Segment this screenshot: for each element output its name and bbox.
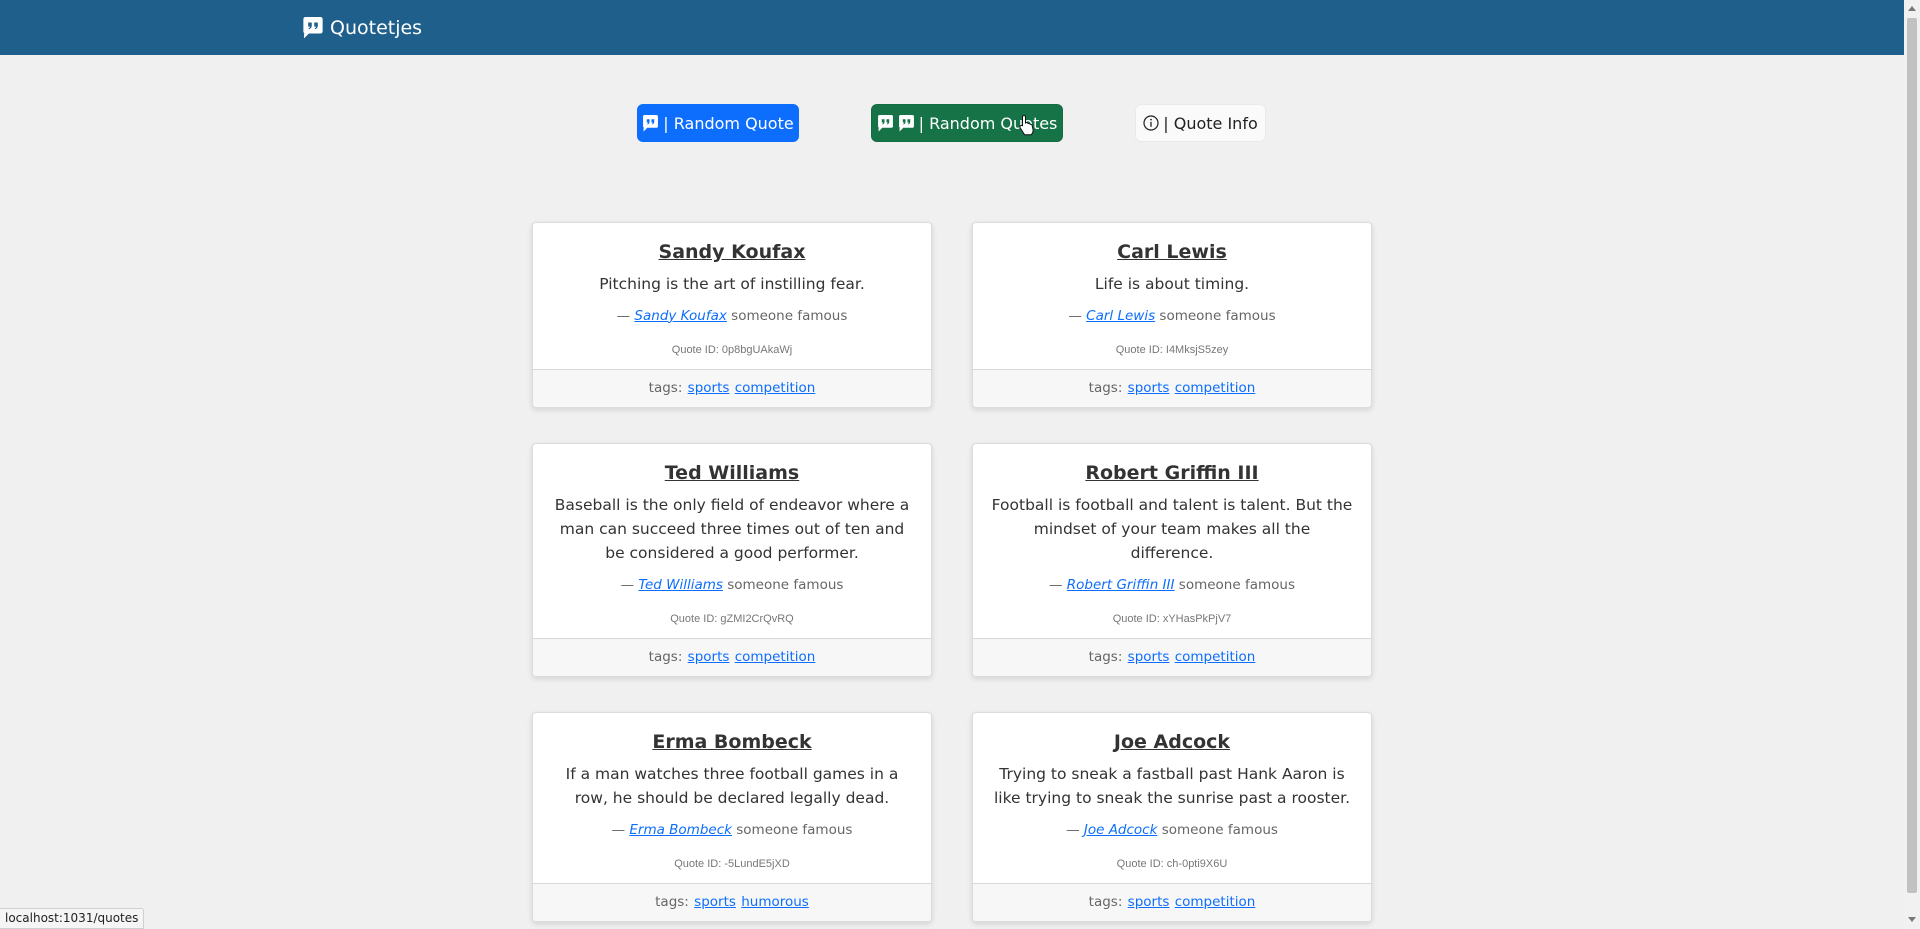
author-link[interactable]: Ted Williams	[638, 577, 723, 593]
quote-card: Robert Griffin III Football is football …	[972, 443, 1372, 677]
quote-text: If a man watches three football games in…	[565, 764, 899, 807]
author-link[interactable]: Joe Adcock	[1084, 822, 1158, 838]
card-footer: tags: sports competition	[973, 637, 1371, 676]
random-quotes-label: | Random Quotes	[918, 113, 1058, 133]
card-footer: tags: sports competition	[533, 637, 931, 676]
hand-pointer-icon	[1019, 114, 1034, 136]
tag-link[interactable]: sports	[1128, 894, 1170, 910]
quote-card: Erma Bombeck If a man watches three foot…	[532, 712, 932, 922]
quote-author-title[interactable]: Ted Williams	[665, 462, 799, 485]
quote-id: Quote ID: gZMI2CrQvRQ	[670, 612, 794, 625]
quote-info-label: | Quote Info	[1163, 113, 1258, 133]
quote-attribution: — Sandy Koufax someone famous	[616, 307, 848, 324]
tag-link[interactable]: humorous	[741, 894, 809, 910]
brand-link[interactable]: Quotetjes	[302, 15, 422, 41]
quote-id: Quote ID: 0p8bgUAkaWj	[671, 343, 793, 356]
quote-bubble-icon	[642, 114, 659, 132]
tag-link[interactable]: competition	[735, 649, 816, 665]
quote-author-title[interactable]: Carl Lewis	[1117, 241, 1227, 264]
scrollbar[interactable]	[1904, 0, 1920, 929]
card-footer: tags: sports competition	[533, 368, 931, 407]
quote-attribution: — Carl Lewis someone famous	[1068, 307, 1276, 324]
author-link[interactable]: Erma Bombeck	[629, 822, 732, 838]
info-circle-icon	[1143, 115, 1159, 131]
quote-author-title[interactable]: Robert Griffin III	[1085, 462, 1258, 485]
quote-text: Trying to sneak a fastball past Hank Aar…	[993, 764, 1351, 807]
quote-bubble-icon	[302, 17, 324, 39]
card-footer: tags: sports competition	[973, 368, 1371, 407]
tag-link[interactable]: competition	[1175, 649, 1256, 665]
scroll-up-arrow-icon[interactable]	[1908, 6, 1916, 11]
author-link[interactable]: Robert Griffin III	[1067, 577, 1175, 593]
brand-label: Quotetjes	[330, 17, 423, 39]
scroll-down-arrow-icon[interactable]	[1908, 917, 1916, 922]
random-quote-label: | Random Quote	[663, 113, 794, 133]
scrollbar-thumb[interactable]	[1907, 18, 1917, 893]
quote-info-button[interactable]: | Quote Info	[1135, 104, 1266, 142]
author-link[interactable]: Sandy Koufax	[634, 308, 726, 324]
quote-id: Quote ID: I4MksjS5zey	[1115, 343, 1229, 356]
author-link[interactable]: Carl Lewis	[1086, 308, 1155, 324]
tag-link[interactable]: sports	[1128, 380, 1170, 396]
quote-text: Baseball is the only field of endeavor w…	[554, 495, 910, 562]
quote-card: Joe Adcock Trying to sneak a fastball pa…	[972, 712, 1372, 922]
quote-id: Quote ID: xYHasPkPjV7	[1112, 612, 1232, 625]
tag-link[interactable]: competition	[735, 380, 816, 396]
quote-text: Pitching is the art of instilling fear.	[599, 274, 865, 293]
quote-author-title[interactable]: Erma Bombeck	[652, 731, 811, 754]
tag-link[interactable]: sports	[688, 380, 730, 396]
tag-link[interactable]: sports	[694, 894, 736, 910]
quote-attribution: — Erma Bombeck someone famous	[611, 821, 853, 838]
tag-link[interactable]: sports	[1128, 649, 1170, 665]
quote-text: Football is football and talent is talen…	[991, 495, 1353, 562]
quote-author-title[interactable]: Joe Adcock	[1114, 731, 1230, 754]
quote-card: Ted Williams Baseball is the only field …	[532, 443, 932, 677]
quote-text: Life is about timing.	[1094, 274, 1250, 293]
quote-attribution: — Ted Williams someone famous	[620, 576, 844, 593]
tag-link[interactable]: competition	[1175, 894, 1256, 910]
quote-attribution: — Joe Adcock someone famous	[1066, 821, 1278, 838]
tag-link[interactable]: sports	[688, 649, 730, 665]
quote-id: Quote ID: ch-0pti9X6U	[1116, 857, 1228, 870]
card-footer: tags: sports competition	[973, 882, 1371, 921]
quote-id: Quote ID: -5LundE5jXD	[674, 857, 790, 870]
quote-attribution: — Robert Griffin III someone famous	[1049, 576, 1295, 593]
quote-bubble-icon	[877, 114, 894, 132]
quote-bubble-icon	[898, 114, 915, 132]
tag-link[interactable]: competition	[1175, 380, 1256, 396]
random-quote-button[interactable]: | Random Quote	[637, 104, 799, 142]
card-footer: tags: sports humorous	[533, 882, 931, 921]
navbar: Quotetjes	[0, 0, 1904, 55]
status-bar-url: localhost:1031/quotes	[0, 908, 145, 929]
quote-author-title[interactable]: Sandy Koufax	[659, 241, 806, 264]
quote-card: Sandy Koufax Pitching is the art of inst…	[532, 222, 932, 408]
quote-card: Carl Lewis Life is about timing. — Carl …	[972, 222, 1372, 408]
